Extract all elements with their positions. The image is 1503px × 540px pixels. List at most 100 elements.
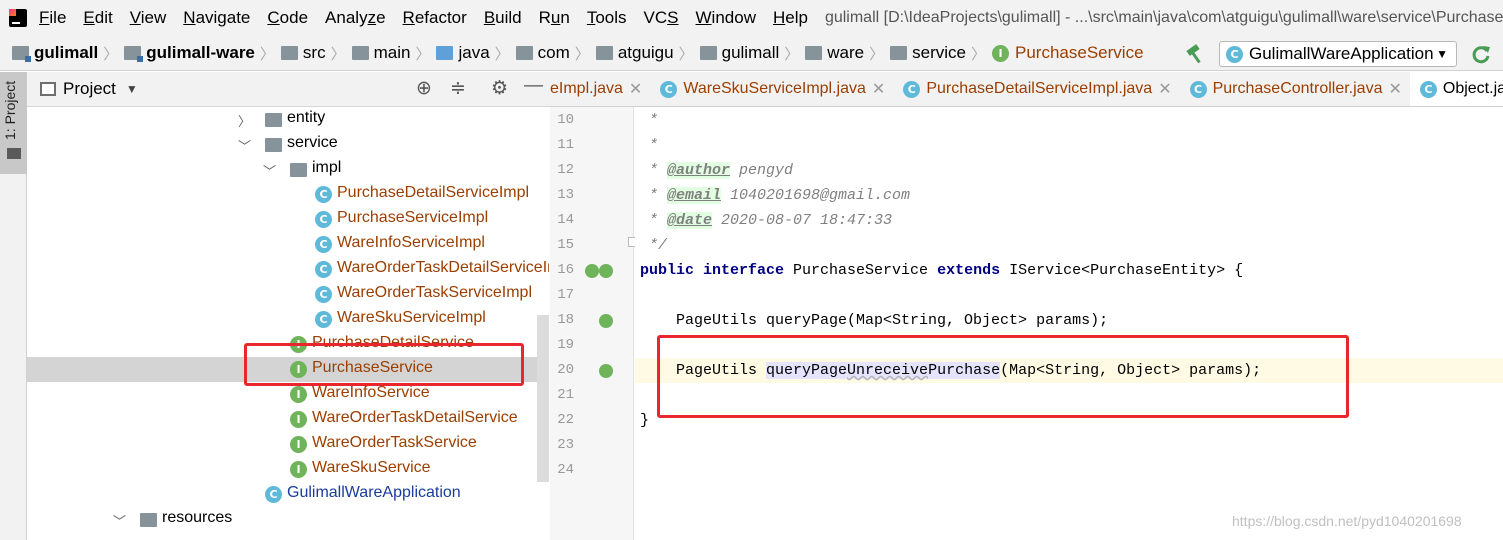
- menu-item-code[interactable]: Code: [267, 8, 308, 28]
- tree-item[interactable]: I WareSkuService: [27, 457, 549, 482]
- tree-item[interactable]: ﹀ impl: [27, 157, 549, 182]
- breadcrumb-item[interactable]: I PurchaseService: [992, 43, 1144, 63]
- gear-icon[interactable]: ⚙: [491, 77, 508, 100]
- close-icon[interactable]: ✕: [1388, 79, 1401, 99]
- menu-item-refactor[interactable]: Refactor: [403, 8, 467, 28]
- tree-item-label: WareOrderTaskService: [312, 434, 477, 451]
- locate-target-icon[interactable]: ⊕: [416, 77, 432, 100]
- editor-tab[interactable]: C Object.ja: [1409, 72, 1503, 106]
- breadcrumb-item[interactable]: src 〉: [280, 43, 352, 64]
- tree-item[interactable]: ﹀ service: [27, 132, 549, 157]
- tree-item-label: WareSkuService: [312, 459, 431, 476]
- close-icon[interactable]: ✕: [872, 79, 885, 99]
- close-icon[interactable]: ✕: [629, 79, 642, 99]
- tree-item[interactable]: C GulimallWareApplication: [27, 482, 549, 507]
- ide-window: File Edit View Navigate Code Analyze Refactor B…: [0, 0, 1503, 540]
- breadcrumb-item[interactable]: main 〉: [351, 43, 437, 64]
- tree-item[interactable]: C WareSkuServiceImpl: [27, 307, 549, 332]
- close-icon[interactable]: ✕: [1158, 79, 1171, 99]
- tree-item[interactable]: C PurchaseServiceImpl: [27, 207, 549, 232]
- folder-icon: [280, 46, 298, 60]
- breadcrumb-item[interactable]: service 〉: [890, 43, 992, 64]
- chevron-down-icon[interactable]: ﹀: [113, 511, 126, 530]
- tree-item[interactable]: C WareOrderTaskDetailServiceImpl: [27, 257, 549, 282]
- class-icon: C: [315, 261, 332, 278]
- interface-icon: I: [290, 411, 307, 428]
- breadcrumb-separator-icon: 〉: [971, 45, 987, 63]
- code-line[interactable]: *: [640, 133, 658, 158]
- menu-item-view[interactable]: View: [130, 8, 167, 28]
- menu-item-analyze[interactable]: Analyze: [325, 8, 386, 28]
- line-number: 15: [557, 237, 574, 253]
- line-number: 16: [557, 262, 574, 278]
- editor-tab[interactable]: C PurchaseController.java ✕: [1180, 72, 1410, 106]
- code-line[interactable]: * @email 1040201698@gmail.com: [640, 183, 910, 208]
- folder-icon: [805, 46, 823, 60]
- code-line[interactable]: PageUtils queryPage(Map<String, Object> …: [640, 308, 1108, 333]
- code-line[interactable]: }: [640, 408, 649, 433]
- line-number: 18: [557, 312, 574, 328]
- class-icon: C: [315, 236, 332, 253]
- code-line[interactable]: */: [640, 233, 667, 258]
- breadcrumb-item[interactable]: java 〉: [436, 43, 515, 64]
- chevron-down-icon[interactable]: ﹀: [263, 161, 276, 180]
- folder-icon: [699, 46, 717, 60]
- chevron-down-icon[interactable]: ▼: [126, 82, 138, 96]
- breadcrumb-item[interactable]: ware 〉: [805, 43, 890, 64]
- implemented-marker-icon[interactable]: [599, 264, 613, 278]
- tree-item[interactable]: I WareOrderTaskService: [27, 432, 549, 457]
- editor-tab[interactable]: eImpl.java ✕: [550, 72, 650, 106]
- breadcrumb-item[interactable]: gulimall-ware 〉: [124, 43, 281, 64]
- breadcrumb-item[interactable]: com 〉: [515, 43, 596, 64]
- tree-item[interactable]: 〉 entity: [27, 107, 549, 132]
- breadcrumb-item[interactable]: gulimall 〉: [699, 43, 806, 64]
- code-line[interactable]: *: [640, 108, 658, 133]
- implemented-marker-icon[interactable]: [585, 264, 599, 278]
- build-hammer-icon[interactable]: [1184, 43, 1206, 65]
- chevron-down-icon[interactable]: ﹀: [238, 136, 251, 155]
- menu-item-edit[interactable]: Edit: [83, 8, 112, 28]
- menu-item-build[interactable]: Build: [484, 8, 522, 28]
- menu-item-run[interactable]: Run: [539, 8, 570, 28]
- tree-item-label: WareOrderTaskDetailService: [312, 409, 518, 426]
- editor-tab[interactable]: C WareSkuServiceImpl.java ✕: [650, 72, 893, 106]
- resources-folder-icon: [140, 513, 157, 527]
- run-configuration-select[interactable]: C GulimallWareApplication ▼: [1219, 41, 1457, 67]
- menu-item-window[interactable]: Window: [696, 8, 756, 28]
- tree-item-label: WareSkuServiceImpl: [337, 309, 486, 326]
- editor-tab-label: Object.ja: [1442, 80, 1503, 97]
- implemented-marker-icon[interactable]: [599, 364, 613, 378]
- menu-item-vcs[interactable]: VCS: [644, 8, 679, 28]
- line-number: 22: [557, 412, 574, 428]
- tree-item[interactable]: I WareOrderTaskDetailService: [27, 407, 549, 432]
- tree-item[interactable]: ﹀ resources: [27, 507, 549, 532]
- class-icon: C: [1189, 80, 1207, 98]
- code-line[interactable]: public interface PurchaseService extends…: [640, 258, 1243, 283]
- breadcrumb-separator-icon: 〉: [103, 45, 119, 63]
- rerun-icon[interactable]: [1470, 43, 1492, 65]
- folder-icon: [351, 46, 369, 60]
- menu-item-tools[interactable]: Tools: [587, 8, 627, 28]
- code-line[interactable]: * @date 2020-08-07 18:47:33: [640, 208, 892, 233]
- project-view-selector[interactable]: Project: [63, 79, 116, 99]
- breadcrumb-separator-icon: 〉: [574, 45, 590, 63]
- tree-item-label: GulimallWareApplication: [287, 484, 461, 501]
- class-icon: C: [315, 311, 332, 328]
- breadcrumb-item[interactable]: atguigu 〉: [595, 43, 700, 64]
- tree-item[interactable]: C WareOrderTaskServiceImpl: [27, 282, 549, 307]
- editor-tab-label: eImpl.java: [550, 80, 623, 97]
- hide-panel-icon[interactable]: —: [524, 75, 543, 97]
- tree-scrollbar[interactable]: [537, 315, 549, 482]
- breadcrumb-item[interactable]: gulimall 〉: [12, 43, 124, 64]
- folder-icon: [7, 148, 21, 159]
- collapse-all-icon[interactable]: ≑: [450, 77, 466, 100]
- menu-item-navigate[interactable]: Navigate: [183, 8, 250, 28]
- implemented-marker-icon[interactable]: [599, 314, 613, 328]
- menu-item-file[interactable]: File: [39, 8, 66, 28]
- chevron-right-icon[interactable]: 〉: [238, 111, 251, 130]
- editor-tab[interactable]: C PurchaseDetailServiceImpl.java ✕: [893, 72, 1179, 106]
- tree-item[interactable]: C WareInfoServiceImpl: [27, 232, 549, 257]
- menu-item-help[interactable]: Help: [773, 8, 808, 28]
- code-line[interactable]: * @author pengyd: [640, 158, 793, 183]
- tree-item[interactable]: C PurchaseDetailServiceImpl: [27, 182, 549, 207]
